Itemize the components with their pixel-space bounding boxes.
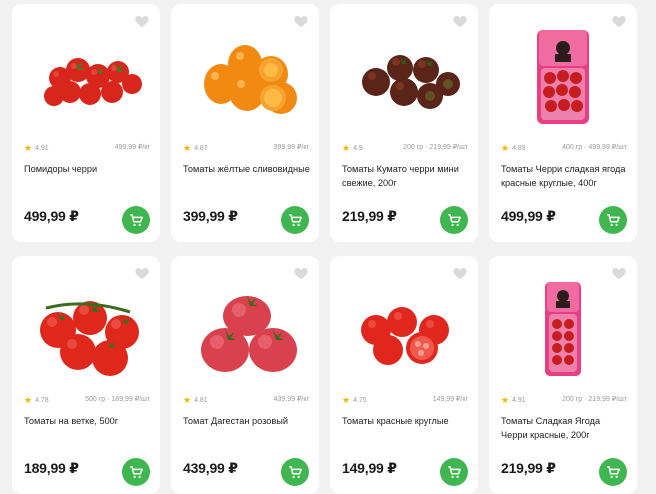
add-to-cart-button[interactable]: [122, 458, 150, 486]
rating-row: ★ 4.9 200 гр · 219,99 ₽/шт: [342, 142, 468, 154]
product-card[interactable]: ★ 4.91 499,99 ₽/кг Помидоры черри 499,99 …: [12, 4, 160, 242]
product-name[interactable]: Томаты Сладкая Ягода Черри красные, 200г: [501, 414, 629, 442]
product-price: 499,99 ₽: [24, 208, 79, 224]
product-price: 499,99 ₽: [501, 208, 556, 224]
star-icon: ★: [183, 143, 192, 153]
product-name[interactable]: Томаты красные круглые: [342, 414, 470, 428]
product-card[interactable]: ★ 4.91 200 гр · 219,99 ₽/шт Томаты Сладка…: [489, 256, 637, 494]
rating-value: 4.81: [194, 397, 208, 404]
star-icon: ★: [183, 395, 192, 405]
product-image-red-round-tomatoes[interactable]: [344, 278, 464, 378]
rating-row: ★ 4.75 149,99 ₽/кг: [342, 394, 468, 406]
product-name[interactable]: Томаты на ветке, 500г: [24, 414, 152, 428]
add-to-cart-button[interactable]: [281, 206, 309, 234]
rating-row: ★ 4.89 400 гр · 499,99 ₽/шт: [501, 142, 627, 154]
star-icon: ★: [24, 395, 33, 405]
product-price: 399,99 ₽: [183, 208, 238, 224]
shopping-cart-icon: [447, 465, 461, 478]
product-card[interactable]: ★ 4.87 399,99 ₽/кг Томаты жёлтые сливовид…: [171, 4, 319, 242]
product-image-vine-tomatoes[interactable]: [26, 278, 146, 378]
product-price: 149,99 ₽: [342, 460, 397, 476]
product-name[interactable]: Томат Дагестан розовый: [183, 414, 311, 428]
product-name[interactable]: Помидоры черри: [24, 162, 152, 176]
add-to-cart-button[interactable]: [440, 206, 468, 234]
shopping-cart-icon: [606, 213, 620, 226]
shopping-cart-icon: [606, 465, 620, 478]
product-card[interactable]: ★ 4.81 439,99 ₽/кг Томат Дагестан розовый…: [171, 256, 319, 494]
star-icon: ★: [501, 143, 510, 153]
product-name[interactable]: Томаты Черри сладкая ягода красные кругл…: [501, 162, 629, 190]
product-price: 439,99 ₽: [183, 460, 238, 476]
star-icon: ★: [342, 395, 351, 405]
unit-price: 149,99 ₽/кг: [432, 396, 468, 403]
product-card[interactable]: ★ 4.75 149,99 ₽/кг Томаты красные круглые…: [330, 256, 478, 494]
product-name[interactable]: Томаты Кумато черри мини свежие, 200г: [342, 162, 470, 190]
product-grid: ★ 4.91 499,99 ₽/кг Помидоры черри 499,99 …: [0, 0, 656, 494]
unit-price: 499,99 ₽/кг: [114, 144, 150, 151]
unit-price: 400 гр · 499,99 ₽/шт: [562, 144, 627, 151]
add-to-cart-button[interactable]: [599, 206, 627, 234]
unit-price: 500 гр · 189,99 ₽/шт: [85, 396, 150, 403]
product-image-cherry-tomatoes[interactable]: [26, 26, 146, 126]
shopping-cart-icon: [288, 465, 302, 478]
rating-value: 4.75: [353, 397, 367, 404]
rating-value: 4.78: [35, 397, 49, 404]
product-image-cherry-pack-400g[interactable]: [503, 26, 623, 126]
rating-row: ★ 4.91 200 гр · 219,99 ₽/шт: [501, 394, 627, 406]
rating-value: 4.87: [194, 145, 208, 152]
add-to-cart-button[interactable]: [281, 458, 309, 486]
product-image-pink-tomatoes[interactable]: [185, 278, 305, 378]
product-card[interactable]: ★ 4.89 400 гр · 499,99 ₽/шт Томаты Черри …: [489, 4, 637, 242]
add-to-cart-button[interactable]: [599, 458, 627, 486]
rating-row: ★ 4.91 499,99 ₽/кг: [24, 142, 150, 154]
shopping-cart-icon: [129, 213, 143, 226]
product-image-cherry-pack-200g[interactable]: [503, 278, 623, 378]
unit-price: 439,99 ₽/кг: [273, 396, 309, 403]
rating-value: 4.91: [35, 145, 49, 152]
product-card[interactable]: ★ 4.9 200 гр · 219,99 ₽/шт Томаты Кумато …: [330, 4, 478, 242]
unit-price: 200 гр · 219,99 ₽/шт: [403, 144, 468, 151]
star-icon: ★: [24, 143, 33, 153]
rating-row: ★ 4.87 399,99 ₽/кг: [183, 142, 309, 154]
unit-price: 200 гр · 219,99 ₽/шт: [562, 396, 627, 403]
product-price: 189,99 ₽: [24, 460, 79, 476]
shopping-cart-icon: [129, 465, 143, 478]
product-card[interactable]: ★ 4.78 500 гр · 189,99 ₽/шт Томаты на вет…: [12, 256, 160, 494]
shopping-cart-icon: [447, 213, 461, 226]
rating-row: ★ 4.78 500 гр · 189,99 ₽/шт: [24, 394, 150, 406]
rating-row: ★ 4.81 439,99 ₽/кг: [183, 394, 309, 406]
shopping-cart-icon: [288, 213, 302, 226]
add-to-cart-button[interactable]: [122, 206, 150, 234]
unit-price: 399,99 ₽/кг: [273, 144, 309, 151]
product-image-kumato-tomatoes[interactable]: [344, 26, 464, 126]
product-image-yellow-tomatoes[interactable]: [185, 26, 305, 126]
product-name[interactable]: Томаты жёлтые сливовидные: [183, 162, 311, 176]
rating-value: 4.9: [353, 145, 363, 152]
star-icon: ★: [342, 143, 351, 153]
star-icon: ★: [501, 395, 510, 405]
add-to-cart-button[interactable]: [440, 458, 468, 486]
rating-value: 4.89: [512, 145, 526, 152]
rating-value: 4.91: [512, 397, 526, 404]
product-price: 219,99 ₽: [501, 460, 556, 476]
product-price: 219,99 ₽: [342, 208, 397, 224]
